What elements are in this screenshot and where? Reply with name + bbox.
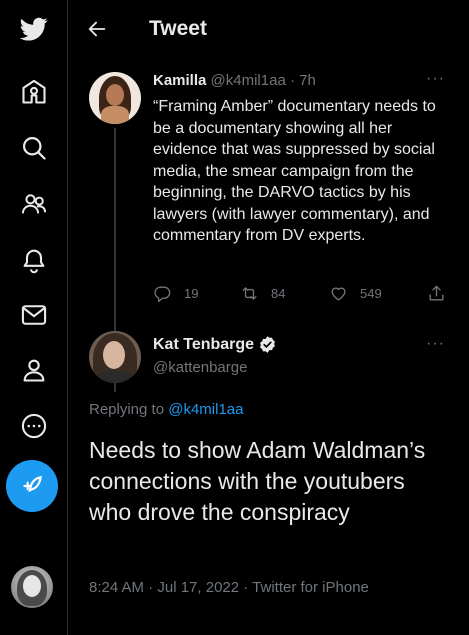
author-handle[interactable]: @kattenbarge bbox=[153, 359, 247, 376]
tweet-text: Needs to show Adam Waldman’s connections… bbox=[89, 437, 426, 525]
author-handle[interactable]: @k4mil1aa bbox=[211, 72, 286, 89]
like-button[interactable]: 549 bbox=[329, 284, 382, 303]
reply-button[interactable]: 19 bbox=[153, 284, 198, 303]
avatar[interactable] bbox=[89, 72, 141, 124]
compose-tweet-button[interactable] bbox=[6, 460, 58, 512]
author-name[interactable]: Kamilla bbox=[153, 72, 206, 89]
tweet-author-row: Kat Tenbarge bbox=[153, 335, 277, 354]
share-button[interactable] bbox=[427, 284, 458, 303]
verified-badge-icon bbox=[260, 336, 276, 353]
replying-to-handle-link[interactable]: @k4mil1aa bbox=[168, 401, 243, 418]
more-icon[interactable] bbox=[10, 402, 58, 450]
tweet-timestamp[interactable]: 8:24 AM · Jul 17, 2022 · Twitter for iPh… bbox=[89, 579, 369, 596]
tweet-actions: 19 84 549 bbox=[153, 284, 453, 308]
twitter-logo-icon[interactable] bbox=[10, 5, 58, 53]
profile-icon[interactable] bbox=[10, 346, 58, 394]
notifications-icon[interactable] bbox=[10, 236, 58, 284]
tweet-author-row: Kamilla @k4mil1aa · 7h bbox=[153, 72, 316, 89]
retweet-icon bbox=[242, 287, 257, 300]
reply-icon bbox=[154, 286, 171, 303]
retweet-button[interactable]: 84 bbox=[240, 284, 285, 303]
retweet-count: 84 bbox=[271, 286, 286, 301]
like-count: 549 bbox=[360, 286, 382, 301]
left-nav-rail bbox=[0, 0, 68, 635]
page-title: Tweet bbox=[149, 17, 207, 40]
arrow-left-icon bbox=[88, 21, 106, 37]
tweet-time[interactable]: · 7h bbox=[290, 72, 316, 89]
more-options-icon[interactable]: ··· bbox=[426, 70, 445, 88]
back-button[interactable] bbox=[69, 0, 125, 58]
replying-to: Replying to @k4mil1aa bbox=[89, 401, 243, 418]
heart-icon bbox=[331, 287, 346, 301]
account-avatar[interactable] bbox=[11, 566, 53, 608]
tweet-text: “Framing Amber” documentary needs to be … bbox=[153, 98, 436, 244]
home-icon[interactable] bbox=[10, 68, 58, 116]
page-header: Tweet bbox=[69, 0, 469, 58]
avatar[interactable] bbox=[89, 331, 141, 383]
communities-icon[interactable] bbox=[10, 180, 58, 228]
reply-count: 19 bbox=[184, 286, 199, 301]
share-icon bbox=[429, 285, 444, 301]
replying-to-label: Replying to bbox=[89, 401, 165, 418]
messages-icon[interactable] bbox=[10, 291, 58, 339]
author-name[interactable]: Kat Tenbarge bbox=[153, 336, 254, 354]
compose-tweet-icon bbox=[23, 476, 42, 493]
more-options-icon[interactable]: ··· bbox=[426, 335, 445, 353]
explore-icon[interactable] bbox=[10, 124, 58, 172]
